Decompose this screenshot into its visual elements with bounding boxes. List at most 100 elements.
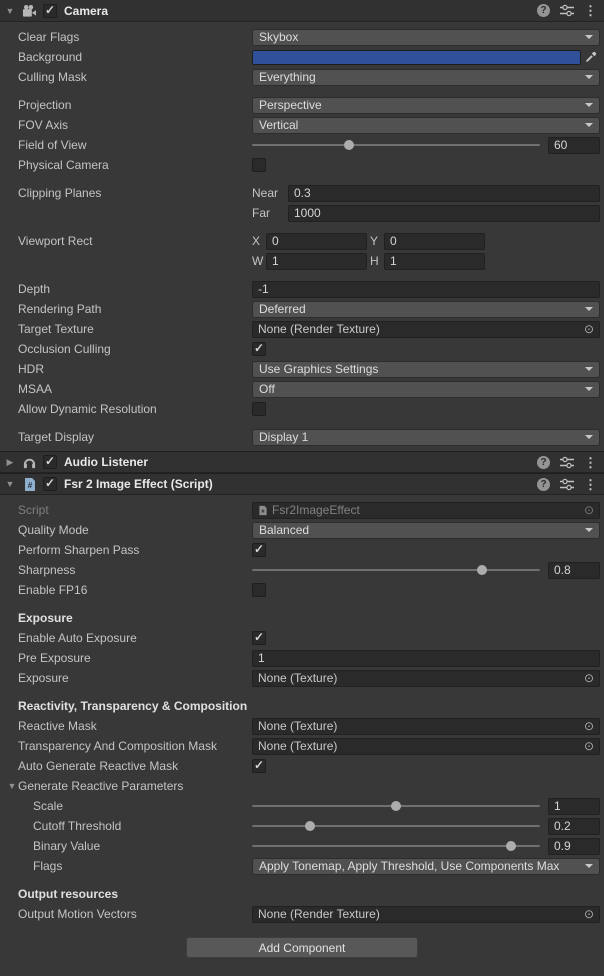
perform-sharpen-pass-checkbox[interactable]: [252, 543, 266, 557]
slider-track[interactable]: [252, 569, 540, 571]
audio-listener-component-header[interactable]: ▶ Audio Listener ? ⋮: [0, 451, 604, 473]
scale-slider[interactable]: [252, 798, 540, 814]
output-motion-vectors-field[interactable]: None (Render Texture) ⊙: [252, 906, 600, 923]
transparency-mask-label: Transparency And Composition Mask: [18, 739, 252, 753]
fov-axis-dropdown[interactable]: Vertical: [252, 117, 600, 134]
cutoff-threshold-input[interactable]: 0.2: [548, 818, 600, 835]
far-input[interactable]: 1000: [288, 205, 600, 222]
object-picker-icon[interactable]: ⊙: [581, 322, 597, 336]
generate-reactive-parameters-row[interactable]: ▼ Generate Reactive Parameters: [0, 776, 604, 796]
slider-handle[interactable]: [391, 801, 401, 811]
spacer: [0, 688, 604, 696]
help-icon[interactable]: ?: [537, 456, 550, 469]
chevron-down-icon: [585, 435, 593, 439]
fsr2-component-header[interactable]: ▼ # Fsr 2 Image Effect (Script) ? ⋮: [0, 473, 604, 495]
slider-track[interactable]: [252, 144, 540, 146]
exposure-field[interactable]: None (Texture) ⊙: [252, 670, 600, 687]
culling-mask-dropdown[interactable]: Everything: [252, 69, 600, 86]
audio-listener-enabled-checkbox[interactable]: [43, 455, 57, 469]
header-actions: ? ⋮: [537, 4, 600, 17]
camera-enabled-checkbox[interactable]: [43, 4, 57, 18]
msaa-dropdown[interactable]: Off: [252, 381, 600, 398]
target-texture-field[interactable]: None (Render Texture) ⊙: [252, 321, 600, 338]
near-input[interactable]: 0.3: [288, 185, 600, 202]
viewport-x-input[interactable]: 0: [266, 233, 367, 250]
slider-handle[interactable]: [477, 565, 487, 575]
target-display-value: Display 1: [259, 430, 581, 444]
rendering-path-dropdown[interactable]: Deferred: [252, 301, 600, 318]
clear-flags-value: Skybox: [259, 30, 581, 44]
slider-track[interactable]: [252, 825, 540, 827]
physical-camera-label: Physical Camera: [18, 158, 252, 172]
viewport-w-input[interactable]: 1: [266, 253, 367, 270]
field-of-view-slider[interactable]: [252, 137, 540, 153]
binary-value-input[interactable]: 0.9: [548, 838, 600, 855]
script-field[interactable]: # Fsr2ImageEffect ⊙: [252, 502, 600, 519]
header-actions: ? ⋮: [537, 478, 600, 491]
output-section-title: Output resources: [0, 884, 604, 904]
preset-icon[interactable]: [560, 456, 574, 469]
foldout-open-icon[interactable]: ▼: [4, 6, 16, 16]
clear-flags-dropdown[interactable]: Skybox: [252, 29, 600, 46]
script-value: Fsr2ImageEffect: [272, 503, 581, 517]
object-picker-icon[interactable]: ⊙: [581, 719, 597, 733]
object-picker-icon[interactable]: ⊙: [581, 503, 597, 517]
foldout-open-icon[interactable]: ▼: [4, 479, 16, 489]
foldout-closed-icon[interactable]: ▶: [4, 457, 16, 468]
component-title: Fsr 2 Image Effect (Script): [64, 477, 532, 491]
scale-input[interactable]: 1: [548, 798, 600, 815]
quality-mode-dropdown[interactable]: Balanced: [252, 522, 600, 539]
background-color-swatch[interactable]: [252, 50, 581, 65]
hdr-dropdown[interactable]: Use Graphics Settings: [252, 361, 600, 378]
enable-auto-exposure-checkbox[interactable]: [252, 631, 266, 645]
object-picker-icon[interactable]: ⊙: [581, 907, 597, 921]
chevron-down-icon: [585, 387, 593, 391]
help-icon[interactable]: ?: [537, 478, 550, 491]
slider-handle[interactable]: [305, 821, 315, 831]
camera-component-header[interactable]: ▼ Camera ? ⋮: [0, 0, 604, 22]
physical-camera-checkbox[interactable]: [252, 158, 266, 172]
depth-input[interactable]: -1: [252, 281, 600, 298]
binary-value-value: 0.9: [554, 839, 571, 853]
sharpness-slider[interactable]: [252, 562, 540, 578]
kebab-menu-icon[interactable]: ⋮: [584, 478, 597, 491]
transparency-mask-field[interactable]: None (Texture) ⊙: [252, 738, 600, 755]
field-of-view-input[interactable]: 60: [548, 137, 600, 154]
projection-dropdown[interactable]: Perspective: [252, 97, 600, 114]
allow-dynamic-resolution-label: Allow Dynamic Resolution: [18, 402, 252, 416]
spacer: [0, 600, 604, 608]
flags-dropdown[interactable]: Apply Tonemap, Apply Threshold, Use Comp…: [252, 858, 600, 875]
fsr2-enabled-checkbox[interactable]: [43, 477, 57, 491]
enable-fp16-checkbox[interactable]: [252, 583, 266, 597]
slider-track[interactable]: [252, 845, 540, 847]
sharpness-input[interactable]: 0.8: [548, 562, 600, 579]
slider-handle[interactable]: [506, 841, 516, 851]
fov-axis-value: Vertical: [259, 118, 581, 132]
occlusion-culling-checkbox[interactable]: [252, 342, 266, 356]
fov-axis-row: FOV Axis Vertical: [0, 115, 604, 135]
preset-icon[interactable]: [560, 478, 574, 491]
pre-exposure-input[interactable]: 1: [252, 650, 600, 667]
cutoff-threshold-slider[interactable]: [252, 818, 540, 834]
reactive-mask-field[interactable]: None (Texture) ⊙: [252, 718, 600, 735]
object-picker-icon[interactable]: ⊙: [581, 739, 597, 753]
viewport-h-input[interactable]: 1: [384, 253, 485, 270]
object-picker-icon[interactable]: ⊙: [581, 671, 597, 685]
target-display-dropdown[interactable]: Display 1: [252, 429, 600, 446]
foldout-open-icon[interactable]: ▼: [6, 781, 18, 791]
add-component-button[interactable]: Add Component: [186, 937, 418, 958]
slider-handle[interactable]: [344, 140, 354, 150]
add-component-area: Add Component: [0, 937, 604, 972]
eyedropper-icon[interactable]: [581, 51, 600, 63]
projection-label: Projection: [18, 98, 252, 112]
help-icon[interactable]: ?: [537, 4, 550, 17]
preset-icon[interactable]: [560, 4, 574, 17]
binary-value-slider[interactable]: [252, 838, 540, 854]
viewport-y-input[interactable]: 0: [384, 233, 485, 250]
kebab-menu-icon[interactable]: ⋮: [584, 4, 597, 17]
cutoff-threshold-value: 0.2: [554, 819, 571, 833]
chevron-down-icon: [585, 123, 593, 127]
allow-dynamic-resolution-checkbox[interactable]: [252, 402, 266, 416]
auto-generate-reactive-mask-checkbox[interactable]: [252, 759, 266, 773]
kebab-menu-icon[interactable]: ⋮: [584, 456, 597, 469]
